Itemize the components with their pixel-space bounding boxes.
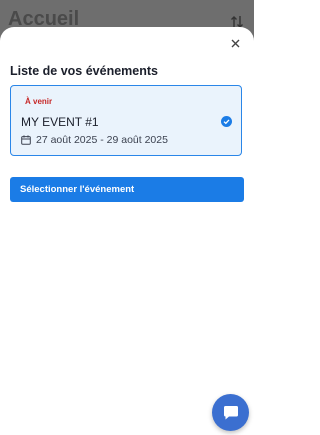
event-name: MY EVENT #1 [21, 115, 99, 129]
calendar-icon [21, 135, 31, 145]
sheet-title: Liste de vos événements [10, 64, 158, 78]
event-selection-sheet: Liste de vos événements À venir MY EVENT… [0, 27, 254, 435]
selected-check-icon [221, 116, 232, 127]
close-icon[interactable] [228, 36, 242, 50]
event-dates: 27 août 2025 - 29 août 2025 [36, 134, 168, 146]
event-card[interactable]: À venir MY EVENT #1 27 août 2025 - 29 ao… [10, 85, 242, 156]
event-status-badge: À venir [25, 97, 53, 106]
select-event-button[interactable]: Sélectionner l'événement [10, 177, 244, 202]
chat-bubble-icon[interactable] [212, 394, 249, 431]
